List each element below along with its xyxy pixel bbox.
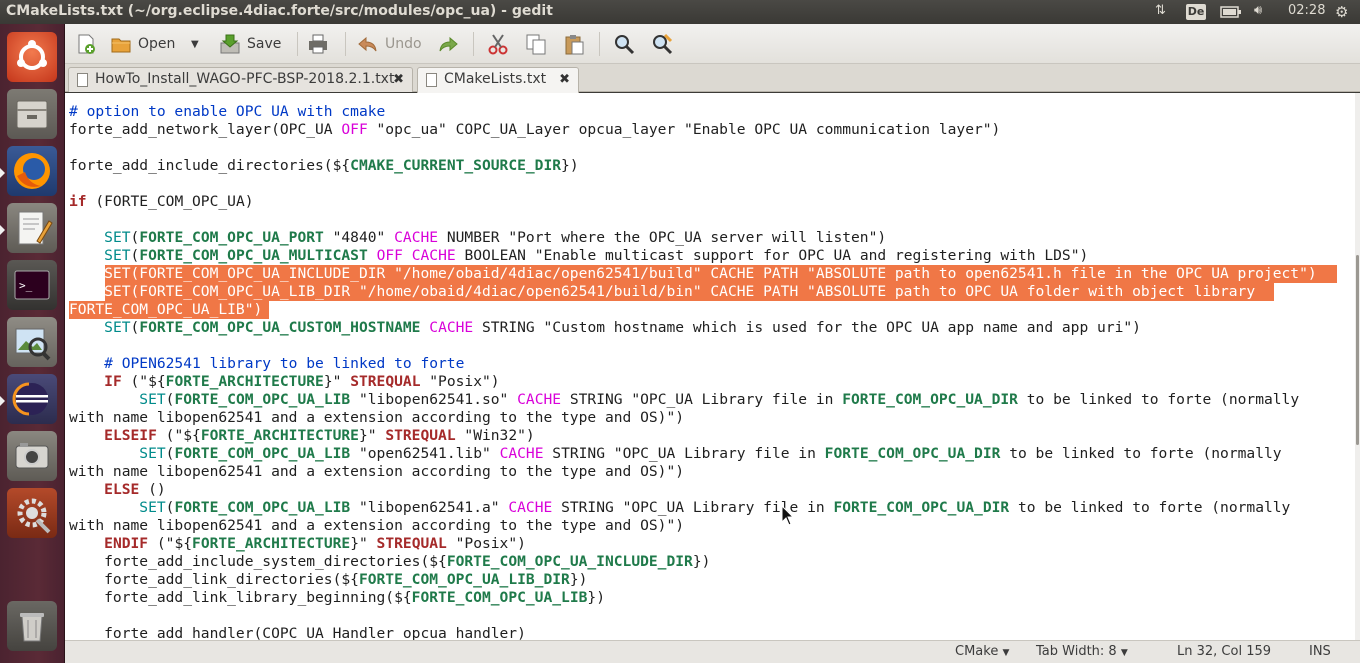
camera-icon[interactable] bbox=[7, 431, 57, 481]
code-line[interactable]: with name libopen62541 and a extension a… bbox=[69, 409, 684, 427]
code-line[interactable]: forte_add_handler(COPC_UA_Handler opcua_… bbox=[69, 625, 526, 640]
new-document-button[interactable] bbox=[75, 30, 103, 58]
text-editor[interactable]: # option to enable OPC UA with cmake fort… bbox=[65, 93, 1355, 640]
document-icon bbox=[77, 73, 88, 87]
open-recent-dropdown[interactable]: ▼ bbox=[191, 30, 199, 58]
close-icon[interactable]: ✖ bbox=[393, 68, 404, 91]
chevron-down-icon: ▼ bbox=[1002, 648, 1010, 658]
code-line[interactable]: SET(FORTE_COM_OPC_UA_CUSTOM_HOSTNAME CAC… bbox=[69, 319, 1141, 337]
code-line[interactable]: # OPEN62541 library to be linked to fort… bbox=[69, 355, 464, 373]
copy-icon bbox=[525, 33, 547, 55]
undo-button[interactable]: Undo bbox=[357, 30, 422, 58]
system-settings-icon[interactable] bbox=[7, 488, 57, 538]
gear-icon[interactable]: ⚙ bbox=[1335, 3, 1348, 21]
paste-button[interactable] bbox=[563, 30, 591, 58]
open-label: Open bbox=[138, 36, 176, 52]
code-line[interactable]: # option to enable OPC UA with cmake bbox=[69, 103, 385, 121]
scissors-icon bbox=[487, 33, 509, 55]
code-line[interactable]: SET(FORTE_COM_OPC_UA_LIB "open62541.lib"… bbox=[69, 445, 1281, 463]
code-line[interactable]: with name libopen62541 and a extension a… bbox=[69, 463, 684, 481]
code-line[interactable]: forte_add_link_library_beginning(${FORTE… bbox=[69, 589, 605, 607]
launcher: >_ bbox=[0, 24, 65, 663]
code-line[interactable]: with name libopen62541 and a extension a… bbox=[69, 517, 684, 535]
tab-bar: HowTo_Install_WAGO-PFC-BSP-2018.2.1.txt … bbox=[65, 64, 1360, 93]
code-line[interactable]: SET(FORTE_COM_OPC_UA_PORT "4840" CACHE N… bbox=[69, 229, 886, 247]
cut-button[interactable] bbox=[487, 30, 515, 58]
save-label: Save bbox=[247, 36, 282, 52]
code-line[interactable]: SET(FORTE_COM_OPC_UA_MULTICAST OFF CACHE… bbox=[69, 247, 1088, 265]
text-editor-icon[interactable] bbox=[0, 203, 57, 253]
tab-label: HowTo_Install_WAGO-PFC-BSP-2018.2.1.txt bbox=[95, 71, 395, 87]
save-button[interactable]: Save bbox=[219, 30, 281, 58]
firefox-icon[interactable] bbox=[0, 146, 57, 196]
redo-button[interactable] bbox=[437, 30, 465, 58]
scrollbar-thumb[interactable] bbox=[1356, 255, 1359, 445]
cursor-position: Ln 32, Col 159 bbox=[1177, 644, 1272, 659]
tab-cmakelists[interactable]: CMakeLists.txt ✖ bbox=[417, 67, 579, 93]
tab-label: CMakeLists.txt bbox=[444, 71, 547, 87]
code-line[interactable]: SET(FORTE_COM_OPC_UA_LIB_DIR "/home/obai… bbox=[69, 283, 1255, 301]
tab-width-selector[interactable]: Tab Width: 8 ▼ bbox=[1036, 644, 1128, 659]
tab-howto-install[interactable]: HowTo_Install_WAGO-PFC-BSP-2018.2.1.txt … bbox=[68, 67, 413, 92]
mouse-pointer-icon bbox=[781, 505, 795, 526]
undo-label: Undo bbox=[385, 36, 422, 52]
code-line[interactable]: IF ("${FORTE_ARCHITECTURE}" STREQUAL "Po… bbox=[69, 373, 499, 391]
svg-text:>_: >_ bbox=[19, 279, 33, 292]
battery-icon[interactable] bbox=[1220, 5, 1242, 23]
terminal-icon[interactable]: >_ bbox=[7, 260, 57, 310]
code-line[interactable]: forte_add_network_layer(OPC_UA OFF "opc_… bbox=[69, 121, 1000, 139]
ubuntu-dash-icon[interactable] bbox=[7, 32, 57, 82]
keyboard-layout-indicator[interactable]: De bbox=[1186, 4, 1206, 20]
close-icon[interactable]: ✖ bbox=[559, 68, 570, 91]
code-line[interactable]: forte_add_include_system_directories(${F… bbox=[69, 553, 710, 571]
eclipse-icon[interactable] bbox=[0, 374, 57, 424]
search-button[interactable] bbox=[613, 30, 641, 58]
code-line[interactable]: ENDIF ("${FORTE_ARCHITECTURE}" STREQUAL … bbox=[69, 535, 526, 553]
clock[interactable]: 02:28 bbox=[1288, 3, 1325, 18]
files-icon[interactable] bbox=[7, 89, 57, 139]
chevron-down-icon: ▼ bbox=[191, 38, 199, 50]
search-replace-icon bbox=[651, 33, 673, 55]
clipboard-icon bbox=[563, 33, 585, 55]
printer-icon bbox=[307, 33, 329, 55]
code-line[interactable]: FORTE_COM_OPC_UA_LIB") bbox=[69, 301, 262, 319]
code-line[interactable]: SET(FORTE_COM_OPC_UA_LIB "libopen62541.a… bbox=[69, 499, 1290, 517]
chevron-down-icon: ▼ bbox=[1120, 648, 1128, 658]
toolbar: Open ▼ Save Undo bbox=[65, 24, 1360, 64]
insert-mode: INS bbox=[1309, 644, 1331, 659]
document-icon bbox=[426, 73, 437, 87]
save-icon bbox=[219, 33, 241, 55]
open-button[interactable]: Open bbox=[110, 30, 175, 58]
copy-button[interactable] bbox=[525, 30, 553, 58]
code-line[interactable]: forte_add_link_directories(${FORTE_COM_O… bbox=[69, 571, 587, 589]
undo-icon bbox=[357, 33, 379, 55]
new-document-icon bbox=[75, 33, 97, 55]
folder-icon bbox=[110, 33, 132, 55]
replace-button[interactable] bbox=[651, 30, 679, 58]
network-icon[interactable]: ⇅ bbox=[1155, 3, 1166, 18]
trash-icon[interactable] bbox=[7, 601, 57, 651]
status-bar: CMake ▼ Tab Width: 8 ▼ Ln 32, Col 159 IN… bbox=[65, 640, 1360, 663]
print-button[interactable] bbox=[307, 30, 335, 58]
language-selector[interactable]: CMake ▼ bbox=[955, 644, 1009, 659]
search-icon bbox=[613, 33, 635, 55]
code-line[interactable]: ELSEIF ("${FORTE_ARCHITECTURE}" STREQUAL… bbox=[69, 427, 535, 445]
code-line[interactable]: if (FORTE_COM_OPC_UA) bbox=[69, 193, 254, 211]
language-label: CMake bbox=[955, 644, 999, 659]
top-panel: CMakeLists.txt (~/org.eclipse.4diac.fort… bbox=[0, 0, 1360, 24]
code-line[interactable]: forte_add_include_directories(${CMAKE_CU… bbox=[69, 157, 579, 175]
code-line[interactable]: ELSE () bbox=[69, 481, 166, 499]
volume-icon[interactable]: 🔊︎ bbox=[1254, 3, 1262, 18]
redo-icon bbox=[437, 33, 459, 55]
tab-width-label: Tab Width: 8 bbox=[1036, 644, 1117, 659]
window-title: CMakeLists.txt (~/org.eclipse.4diac.fort… bbox=[6, 3, 553, 19]
code-line[interactable]: SET(FORTE_COM_OPC_UA_INCLUDE_DIR "/home/… bbox=[69, 265, 1317, 283]
code-line[interactable]: SET(FORTE_COM_OPC_UA_LIB "libopen62541.s… bbox=[69, 391, 1299, 409]
image-viewer-icon[interactable] bbox=[7, 317, 57, 367]
